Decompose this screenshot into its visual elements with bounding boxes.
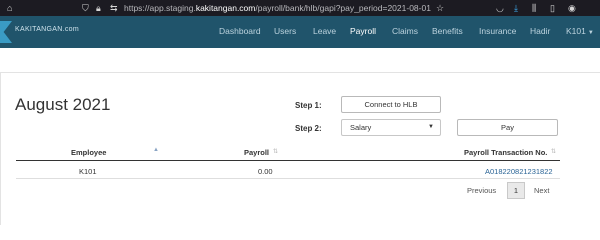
caret-down-icon: ▼ [587,30,594,36]
account-icon[interactable]: ◉ [568,2,576,14]
sort-icon[interactable]: ⇅ [273,148,278,155]
sort-icon[interactable]: ⇅ [551,148,556,155]
home-icon[interactable]: ⌂ [7,2,12,14]
app-navbar: KAKITANGAN.com Dashboard Users Leave Pay… [0,16,600,48]
nav-benefits[interactable]: Benefits [432,26,463,36]
nav-hadir[interactable]: Hadir [530,26,550,36]
download-icon[interactable]: ⤓ [514,2,518,14]
nav-dashboard[interactable]: Dashboard [219,26,261,36]
logo-text[interactable]: KAKITANGAN.com [15,26,79,33]
sidebar-icon[interactable]: ▯ [550,2,555,14]
user-menu-label: K101 [566,26,586,36]
address-bar[interactable]: https://app.staging.kakitangan.com/payro… [124,2,431,14]
column-header-employee[interactable]: Employee [71,148,106,157]
browser-toolbar: ⌂ ⛉ 🔒︎ ⇆ https://app.staging.kakitangan.… [0,0,600,16]
pay-button[interactable]: Pay [457,119,558,136]
cell-employee: K101 [79,167,97,176]
payment-type-select[interactable]: Salary ▼ [341,119,441,136]
cell-transaction-no[interactable]: A018220821231822 [485,167,553,176]
sort-asc-icon[interactable]: ▲ [153,147,159,153]
cell-payroll: 0.00 [258,167,273,176]
nav-users[interactable]: Users [274,26,296,36]
step1-label: Step 1: [295,101,322,110]
page-title: August 2021 [15,95,111,114]
connect-hlb-button[interactable]: Connect to HLB [341,96,441,113]
pagination-current-page[interactable]: 1 [507,182,525,199]
permissions-icon[interactable]: ⇆ [110,2,118,14]
logo-icon[interactable] [0,21,12,43]
table-header-divider [16,160,560,161]
column-header-transaction-no[interactable]: Payroll Transaction No. [464,148,547,157]
table-row-divider [16,178,560,179]
pagination-previous[interactable]: Previous [467,186,496,195]
payment-type-value: Salary [350,123,372,132]
shield-icon[interactable]: ⛉ [82,2,89,14]
lock-icon[interactable]: 🔒︎ [96,2,101,14]
library-icon[interactable]: ⫼ [532,2,536,14]
nav-leave[interactable]: Leave [313,26,336,36]
pagination-next[interactable]: Next [534,186,549,195]
bookmark-star-icon[interactable]: ☆ [436,2,444,14]
nav-user-menu[interactable]: K101 ▼ [566,26,594,36]
nav-payroll[interactable]: Payroll [350,26,376,36]
chevron-down-icon: ▼ [428,124,434,130]
nav-claims[interactable]: Claims [392,26,418,36]
pocket-icon[interactable]: ◡ [496,2,504,14]
step2-label: Step 2: [295,124,322,133]
nav-insurance[interactable]: Insurance [479,26,516,36]
column-header-payroll[interactable]: Payroll [244,148,269,157]
